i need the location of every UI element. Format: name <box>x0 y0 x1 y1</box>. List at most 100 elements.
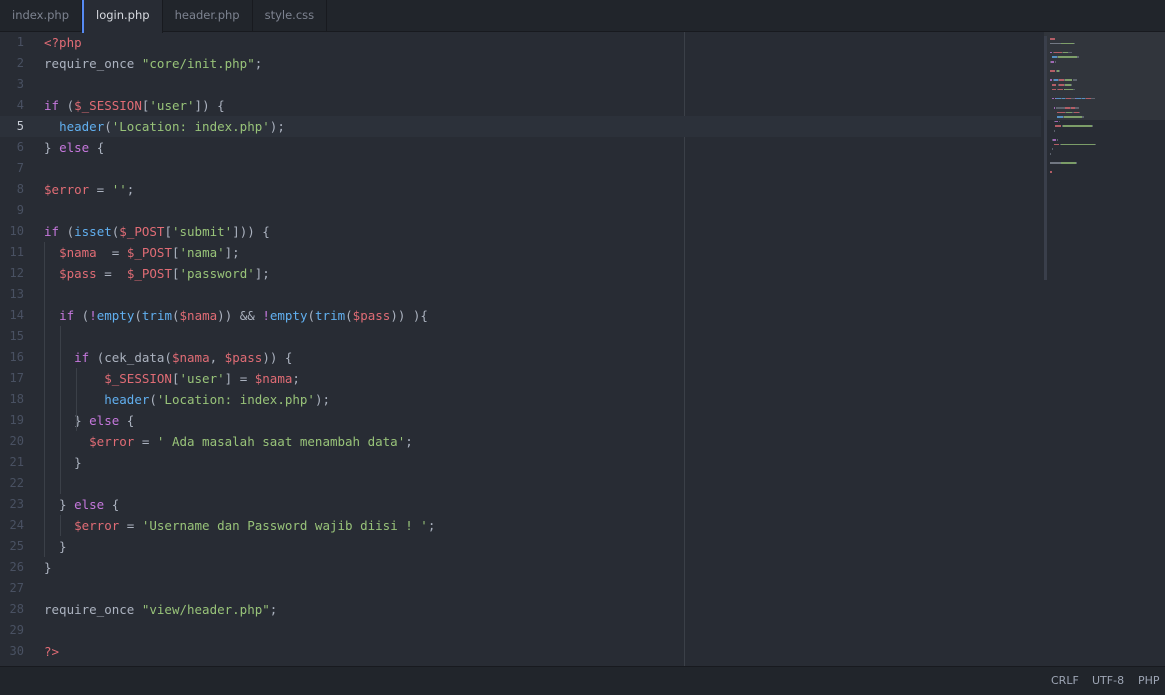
code-token: ( <box>104 119 112 134</box>
code-line[interactable]: 28 require_once "view/header.php"; <box>0 599 1041 620</box>
code-token: [ <box>171 245 180 260</box>
code-line[interactable]: 22 <box>0 473 1041 494</box>
code-line[interactable]: 25 } <box>0 536 1041 557</box>
code-editor[interactable]: 1 <?php 2 require_once "core/init.php"; 3 4 if… <box>0 32 1165 666</box>
minimap-code-mark <box>1078 111 1080 114</box>
line-number: 16 <box>9 350 24 364</box>
code-line[interactable]: 14 if (!empty(trim($nama)) && !empty(tri… <box>0 305 1041 326</box>
minimap-code-mark <box>1077 56 1079 58</box>
code-token: 'nama' <box>179 245 225 260</box>
code-line[interactable]: 7 <box>0 158 1041 179</box>
code-line[interactable]: 18 header('Location: index.php'); <box>0 389 1041 410</box>
code-token: ! <box>262 308 270 323</box>
minimap[interactable] <box>1044 32 1165 666</box>
minimap-code-mark <box>1053 143 1059 146</box>
tab-header-php[interactable]: header.php <box>163 0 253 32</box>
code-line[interactable]: 29 <box>0 620 1041 641</box>
code-token: [ <box>164 224 172 239</box>
code-line[interactable]: 10 if (isset($_POST['submit'])) { <box>0 221 1041 242</box>
line-number: 23 <box>9 497 24 511</box>
code-token: 'user' <box>179 371 225 386</box>
code-token: <?php <box>44 35 82 50</box>
code-token: "core/init.php" <box>141 56 255 71</box>
code-token: } <box>44 455 82 470</box>
code-line[interactable]: 5 header('Location: index.php'); <box>0 116 1041 137</box>
code-token: $error <box>44 182 90 197</box>
code-token: ?> <box>44 644 60 659</box>
code-token: ; <box>269 602 278 617</box>
code-line[interactable]: 16 if (cek_data($nama, $pass)) { <box>0 347 1041 368</box>
code-token: ; <box>405 434 413 449</box>
code-text: } <box>44 452 82 473</box>
code-token: else <box>74 497 105 512</box>
line-number: 1 <box>16 35 24 49</box>
code-line[interactable]: 15 <box>0 326 1041 347</box>
code-token: , <box>209 350 225 365</box>
code-line[interactable]: 26} <box>0 557 1041 578</box>
minimap-code-mark <box>1060 42 1075 45</box>
code-line[interactable]: 20 $error = ' Ada masalah saat menambah … <box>0 431 1041 452</box>
code-token: else <box>59 140 90 155</box>
tab-bar: index.php login.php header.php style.css <box>0 0 1165 33</box>
code-text: $error = 'Username dan Password wajib di… <box>44 515 435 536</box>
code-line[interactable]: 4 if ($_SESSION['user']) { <box>0 95 1041 116</box>
code-line[interactable]: 13 <box>0 284 1041 305</box>
code-line[interactable]: 3 <box>0 74 1041 95</box>
code-line[interactable]: 8 $error = ''; <box>0 179 1041 200</box>
line-number: 22 <box>9 476 24 490</box>
code-token: ; <box>427 518 436 533</box>
minimap-code-mark <box>1050 70 1056 72</box>
code-line[interactable]: 11 $nama = $_POST['nama']; <box>0 242 1041 263</box>
code-token: [ <box>171 266 180 281</box>
code-token: require_once <box>44 56 142 71</box>
indent-guide <box>44 242 45 557</box>
code-line[interactable]: 27 <box>0 578 1041 599</box>
encoding-indicator[interactable]: UTF-8 <box>1092 667 1124 695</box>
code-line[interactable]: 23 } else { <box>0 494 1041 515</box>
line-ending-indicator[interactable]: CRLF <box>1051 667 1079 695</box>
code-line[interactable]: 19 } else { <box>0 410 1041 431</box>
code-token: } <box>44 539 67 554</box>
minimap-scrollbar[interactable] <box>1044 36 1047 280</box>
code-line[interactable]: 21 } <box>0 452 1041 473</box>
code-token: else <box>89 413 120 428</box>
tab-index-php[interactable]: index.php <box>0 0 83 32</box>
tab-style-css[interactable]: style.css <box>253 0 328 32</box>
code-token: header <box>59 119 105 134</box>
code-text: header('Location: index.php'); <box>44 116 285 137</box>
code-token: 'Location: index.php' <box>156 392 315 407</box>
code-token: } <box>44 413 90 428</box>
code-line[interactable]: 17 $_SESSION['user'] = $nama; <box>0 368 1041 389</box>
code-line[interactable]: 9 <box>0 200 1041 221</box>
code-text: require_once "view/header.php"; <box>44 599 277 620</box>
code-text: } else { <box>44 410 134 431</box>
line-number: 30 <box>9 644 24 658</box>
minimap-code-mark <box>1060 143 1095 146</box>
code-line[interactable]: 1 <?php <box>0 32 1041 53</box>
code-token: '' <box>111 182 127 197</box>
code-token: header <box>104 392 150 407</box>
code-line[interactable]: 12 $pass = $_POST['password']; <box>0 263 1041 284</box>
code-token: $_SESSION <box>74 98 142 113</box>
code-text: if ($_SESSION['user']) { <box>44 95 225 116</box>
tab-login-php[interactable]: login.php <box>82 0 163 33</box>
code-token: $_POST <box>126 245 172 260</box>
code-token: $_POST <box>119 224 165 239</box>
code-line[interactable]: 6} else { <box>0 137 1041 158</box>
line-number: 29 <box>9 623 24 637</box>
code-token: require_once <box>44 602 142 617</box>
line-number: 6 <box>16 140 24 154</box>
minimap-code-mark <box>1057 111 1066 114</box>
minimap-code-mark <box>1095 143 1096 146</box>
grammar-indicator[interactable]: PHP <box>1138 667 1160 695</box>
code-line[interactable]: 30 ?> <box>0 641 1041 662</box>
minimap-code-mark <box>1092 125 1094 127</box>
line-number: 12 <box>9 266 24 280</box>
code-line[interactable]: 24 $error = 'Username dan Password wajib… <box>0 515 1041 536</box>
code-line[interactable]: 2 require_once "core/init.php"; <box>0 53 1041 74</box>
minimap-code-mark <box>1050 38 1055 40</box>
line-number: 19 <box>9 413 24 427</box>
